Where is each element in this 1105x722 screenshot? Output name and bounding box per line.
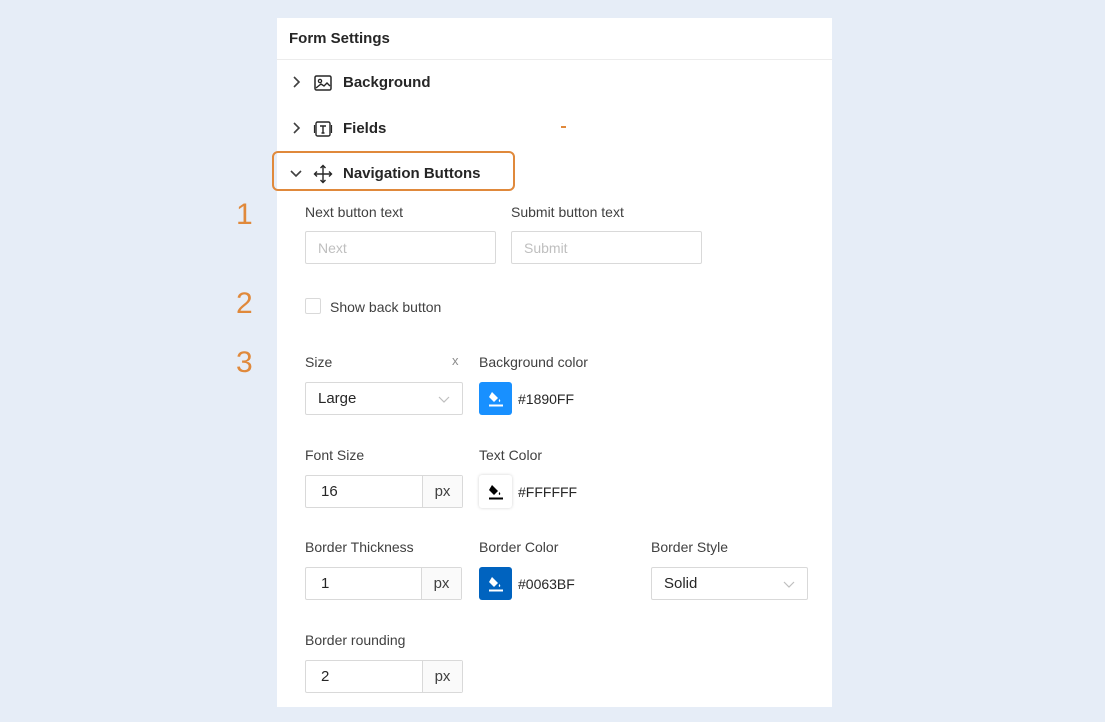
font-size-label: Font Size — [305, 447, 365, 463]
next-button-text-input[interactable]: Next — [305, 231, 496, 264]
image-icon — [314, 75, 332, 91]
border-rounding-value: 2 — [321, 668, 330, 685]
border-style-select-value: Solid — [664, 575, 698, 592]
font-size-input[interactable]: 16 px — [305, 475, 463, 508]
show-back-button-label: Show back button — [330, 299, 442, 315]
paint-bucket-icon — [488, 576, 503, 591]
font-size-unit: px — [422, 476, 462, 507]
border-color-label: Border Color — [479, 539, 559, 555]
step-marker-3: 3 — [236, 346, 253, 379]
font-size-value: 16 — [321, 483, 338, 500]
border-style-select[interactable]: Solid — [651, 567, 808, 600]
section-label-background: Background — [343, 74, 431, 91]
size-clear-button[interactable]: x — [452, 353, 459, 368]
chevron-right-icon — [293, 76, 301, 88]
size-select[interactable]: Large — [305, 382, 463, 415]
chevron-down-icon — [438, 396, 450, 403]
border-thickness-value: 1 — [321, 575, 330, 592]
next-button-text-label: Next button text — [305, 204, 404, 220]
border-style-label: Border Style — [651, 539, 729, 555]
panel-title: Form Settings — [277, 18, 832, 60]
size-label: Size — [305, 354, 333, 370]
chevron-right-icon — [293, 122, 301, 134]
border-color-value: #0063BF — [518, 576, 575, 592]
size-select-value: Large — [318, 390, 357, 407]
border-rounding-label: Border rounding — [305, 632, 406, 648]
submit-button-text-label: Submit button text — [511, 204, 624, 220]
section-background[interactable]: Background — [277, 63, 832, 103]
text-color-swatch[interactable] — [479, 475, 512, 508]
background-color-label: Background color — [479, 354, 588, 370]
text-color-value: #FFFFFF — [518, 484, 578, 500]
background-color-swatch[interactable] — [479, 382, 512, 415]
text-color-label: Text Color — [479, 447, 543, 463]
section-label-fields: Fields — [343, 120, 387, 137]
step-marker-1: 1 — [236, 198, 253, 231]
border-color-swatch[interactable] — [479, 567, 512, 600]
paint-bucket-icon — [488, 391, 503, 406]
border-thickness-label: Border Thickness — [305, 539, 414, 555]
border-thickness-unit: px — [421, 568, 461, 599]
chevron-down-icon — [783, 581, 795, 588]
background-color-value: #1890FF — [518, 391, 575, 407]
submit-button-text-input[interactable]: Submit — [511, 231, 702, 264]
border-rounding-unit: px — [422, 661, 462, 692]
paint-bucket-icon — [488, 484, 503, 499]
show-back-button-checkbox[interactable] — [305, 298, 321, 314]
annotation-dash — [561, 126, 566, 128]
highlight-box — [272, 151, 515, 191]
border-rounding-input[interactable]: 2 px — [305, 660, 463, 693]
border-thickness-input[interactable]: 1 px — [305, 567, 462, 600]
step-marker-2: 2 — [236, 287, 253, 320]
section-fields[interactable]: Fields — [277, 109, 832, 149]
text-field-icon — [313, 121, 333, 137]
